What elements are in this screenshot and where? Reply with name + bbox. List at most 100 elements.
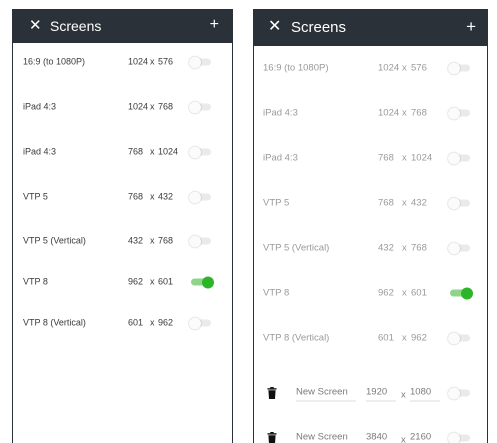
screen-name: iPad 4:3 (263, 107, 298, 119)
plus-icon[interactable]: + (210, 17, 219, 33)
screen-toggle[interactable] (450, 287, 473, 299)
screen-name: VTP 8 (23, 276, 48, 287)
plus-icon[interactable]: + (466, 18, 476, 35)
panel-title: Screens (50, 18, 102, 34)
screen-row: iPad 4:3 768 x 1024 (13, 137, 232, 167)
toggle-knob (189, 146, 201, 158)
screen-name: VTP 5 (Vertical) (23, 235, 86, 246)
screen-width: 768 (378, 152, 394, 164)
screen-row: VTP 5 768 x 432 (254, 188, 487, 218)
new-screen-height-field[interactable] (410, 384, 440, 402)
screen-height: 768 (411, 242, 427, 254)
screen-name: VTP 5 (23, 191, 48, 202)
new-screen-name-field[interactable] (296, 384, 356, 402)
screen-name: iPad 4:3 (263, 152, 298, 164)
screen-name: VTP 8 (263, 287, 290, 299)
size-separator: x (150, 317, 155, 328)
screen-toggle[interactable] (448, 197, 470, 209)
screen-row: VTP 8 962 x 601 (254, 278, 487, 308)
screen-height: 576 (411, 62, 427, 74)
close-icon[interactable]: ✕ (268, 19, 281, 35)
screen-toggle[interactable] (448, 107, 470, 119)
screen-toggle[interactable] (448, 332, 470, 344)
toggle-knob (189, 235, 201, 247)
size-separator: x (150, 146, 155, 157)
screen-row: VTP 8 (Vertical) 601 x 962 (254, 323, 487, 353)
trash-icon[interactable] (267, 387, 277, 399)
screen-canvas: ✕ Screens + 16:9 (to 1080P) 1024 x 576 i… (0, 0, 497, 443)
screen-name: VTP 8 (Vertical) (23, 317, 86, 328)
screen-toggle[interactable] (189, 146, 211, 158)
screen-name: VTP 5 (Vertical) (263, 242, 330, 254)
new-screen-width-field[interactable] (366, 384, 396, 402)
toggle-knob (448, 62, 460, 74)
screen-toggle[interactable] (189, 317, 211, 329)
new-screen-height-field[interactable] (410, 429, 440, 443)
screen-width: 962 (378, 287, 394, 299)
screen-height: 601 (158, 276, 174, 287)
screen-width: 768 (128, 146, 144, 157)
screen-height: 1024 (158, 146, 179, 157)
toggle-knob (448, 197, 460, 209)
screen-row: 16:9 (to 1080P) 1024 x 576 (13, 47, 232, 77)
screen-toggle[interactable] (191, 276, 214, 288)
screen-row: VTP 5 (Vertical) 432 x 768 (254, 233, 487, 263)
size-separator: x (150, 56, 155, 67)
screen-toggle[interactable] (448, 242, 470, 254)
size-separator: x (150, 191, 155, 202)
size-separator: x (150, 235, 155, 246)
screen-toggle[interactable] (189, 235, 211, 247)
new-screen-row: x (254, 423, 487, 443)
screen-height: 432 (411, 197, 427, 209)
screen-name: VTP 8 (Vertical) (263, 332, 330, 344)
screens-panel-left: ✕ Screens + 16:9 (to 1080P) 1024 x 576 i… (12, 9, 233, 443)
toggle-knob (448, 242, 460, 254)
screen-height: 432 (158, 191, 174, 202)
screen-width: 768 (378, 197, 394, 209)
screen-width: 1024 (128, 101, 149, 112)
trash-icon[interactable] (267, 432, 277, 443)
size-separator: x (402, 107, 407, 119)
screen-toggle[interactable] (448, 62, 470, 74)
screen-height: 962 (158, 317, 174, 328)
size-separator: x (150, 101, 155, 112)
close-icon[interactable]: ✕ (29, 18, 42, 33)
screen-row: VTP 8 962 x 601 (13, 267, 232, 297)
size-separator: x (402, 332, 407, 344)
screen-width: 432 (378, 242, 394, 254)
screen-toggle[interactable] (448, 387, 470, 399)
new-screen-row: x (254, 378, 487, 408)
screen-toggle[interactable] (189, 56, 211, 68)
screen-toggle[interactable] (448, 152, 470, 164)
size-separator: x (402, 242, 407, 254)
screen-name: VTP 5 (263, 197, 290, 209)
screen-toggle[interactable] (189, 191, 211, 203)
toggle-knob (461, 287, 473, 299)
new-screen-name-field[interactable] (296, 429, 356, 443)
screens-panel-right: ✕ Screens + 16:9 (to 1080P) 1024 x 576 i… (253, 9, 488, 443)
size-separator: x (402, 197, 407, 209)
toggle-knob (448, 387, 460, 399)
screen-height: 1024 (411, 152, 433, 164)
toggle-knob (189, 101, 201, 113)
toggle-knob (448, 152, 460, 164)
screen-row: VTP 5 768 x 432 (13, 182, 232, 212)
screen-row: iPad 4:3 1024 x 768 (254, 98, 487, 128)
screen-height: 962 (411, 332, 427, 344)
screen-width: 601 (128, 317, 144, 328)
screen-name: 16:9 (to 1080P) (23, 56, 86, 67)
screen-row: 16:9 (to 1080P) 1024 x 576 (254, 53, 487, 83)
toggle-knob (448, 332, 460, 344)
size-separator: x (402, 62, 407, 74)
size-separator: x (401, 389, 406, 401)
new-screen-width-field[interactable] (366, 429, 396, 443)
screen-name: 16:9 (to 1080P) (263, 62, 329, 74)
screen-height: 768 (158, 101, 174, 112)
size-separator: x (150, 276, 155, 287)
screen-height: 768 (411, 107, 427, 119)
screen-toggle[interactable] (189, 101, 211, 113)
screen-height: 601 (411, 287, 427, 299)
screen-name: iPad 4:3 (23, 146, 57, 157)
screen-toggle[interactable] (448, 432, 470, 443)
screen-height: 768 (158, 235, 174, 246)
